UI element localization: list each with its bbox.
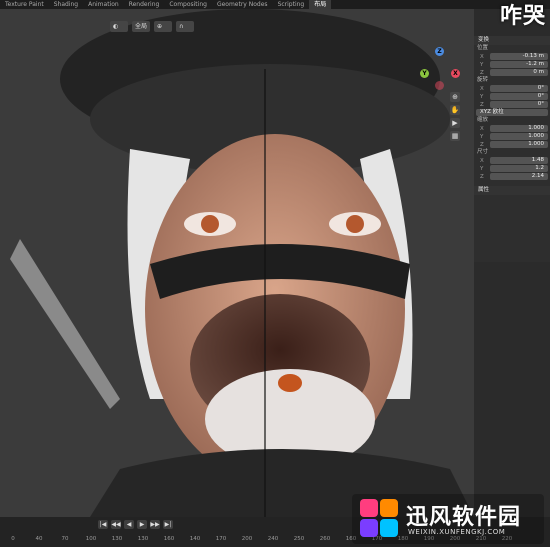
dimension-z-field[interactable]: 2.14 (490, 173, 548, 180)
rotation-mode-dropdown[interactable]: XYZ 欧拉 (476, 109, 548, 116)
workspace-tab[interactable]: Scripting (273, 0, 310, 9)
frame-tick-label: 70 (61, 536, 69, 542)
properties-panel-header[interactable]: 属性 (474, 186, 550, 195)
workspace-tab[interactable]: Animation (83, 0, 124, 9)
snap-dropdown[interactable]: ∩ (176, 20, 195, 32)
workspace-tab[interactable]: Compositing (164, 0, 212, 9)
frame-tick-label: 200 (241, 536, 253, 542)
frame-tick-label: 0 (11, 536, 15, 542)
transform-panel-header[interactable]: 变换 (474, 36, 550, 45)
frame-tick-label: 250 (293, 536, 305, 542)
workspace-tab[interactable]: Rendering (124, 0, 165, 9)
dimensions-label: 尺寸 (477, 149, 489, 155)
scale-x-field[interactable]: 1.000 (490, 125, 548, 132)
navigation-gizmo[interactable]: Z X Y (418, 47, 462, 93)
location-x-field[interactable]: -0.13 m (490, 53, 548, 60)
play-reverse-icon[interactable]: ◀ (124, 520, 134, 529)
location-z-field[interactable]: 0 m (490, 69, 548, 76)
frame-tick-label: 130 (137, 536, 149, 542)
dimension-x-field[interactable]: 1.48 (490, 157, 548, 164)
axis-neg-handle[interactable] (435, 81, 444, 90)
frame-tick-label: 260 (319, 536, 331, 542)
scale-label: 缩放 (477, 117, 489, 123)
logo-name: 迅风软件园 (406, 505, 522, 530)
workspace-tabs: Texture Paint Shading Animation Rendering Co… (0, 0, 550, 9)
frame-tick-label: 100 (85, 536, 97, 542)
axis-label: Y (480, 61, 484, 68)
rotation-z-field[interactable]: 0° (490, 101, 548, 108)
camera-view-icon[interactable]: ▶ (450, 118, 460, 128)
next-keyframe-icon[interactable]: ▶▶ (150, 520, 160, 529)
workspace-tab[interactable]: Texture Paint (0, 0, 49, 9)
workspace-tab[interactable]: 布局 (309, 0, 332, 9)
location-label: 位置 (477, 45, 489, 51)
play-icon[interactable]: ▶ (137, 520, 147, 529)
transform-orientation-dropdown[interactable]: 全局 (132, 20, 151, 32)
axis-label: X (480, 157, 484, 164)
pivot-dropdown[interactable]: ⊕ (154, 20, 173, 32)
frame-tick-label: 240 (267, 536, 279, 542)
axis-label: Y (480, 165, 484, 172)
rotation-y-field[interactable]: 0° (490, 93, 548, 100)
axis-label: Z (480, 141, 484, 148)
rotation-label: 旋转 (477, 77, 489, 83)
perspective-grid-icon[interactable]: ▦ (450, 131, 460, 141)
scale-z-field[interactable]: 1.000 (490, 141, 548, 148)
axis-label: Z (480, 173, 484, 180)
logo-url: WEIXIN.XUNFENGKJ.COM (408, 528, 506, 536)
prev-keyframe-icon[interactable]: ◀◀ (111, 520, 121, 529)
jump-end-icon[interactable]: ▶| (163, 520, 173, 529)
viewport-render (0, 9, 474, 517)
viewport-header: ◐ 全局 ⊕ ∩ (0, 19, 195, 33)
location-y-field[interactable]: -1.2 m (490, 61, 548, 68)
logo-mark-icon (360, 499, 398, 537)
axis-label: Y (480, 133, 484, 140)
n-panel: 变换 位置 X -0.13 m Y -1.2 m Z 0 m 旋转 X 0° Y 0° Z… (474, 36, 550, 262)
frame-tick-label: 170 (215, 536, 227, 542)
playback-controls: |◀ ◀◀ ◀ ▶ ▶▶ ▶| (98, 520, 173, 529)
3d-viewport[interactable]: ◐ 全局 ⊕ ∩ Z X Y ⊕ ✋ ▶ ▦ (0, 9, 474, 517)
dimension-y-field[interactable]: 1.2 (490, 165, 548, 172)
axis-x-handle[interactable]: X (451, 69, 460, 78)
pan-hand-icon[interactable]: ✋ (450, 105, 460, 115)
top-watermark: 咋哭 (499, 4, 546, 29)
site-logo: 迅风软件园 WEIXIN.XUNFENGKJ.COM (352, 494, 544, 544)
frame-tick-label: 130 (111, 536, 123, 542)
workspace-tab[interactable]: Geometry Nodes (212, 0, 273, 9)
shading-toggle[interactable]: ◐ (110, 20, 128, 32)
axis-label: X (480, 125, 484, 132)
axis-label: X (480, 53, 484, 60)
workspace-tab[interactable]: Shading (49, 0, 83, 9)
zoom-icon[interactable]: ⊕ (450, 92, 460, 102)
axis-y-handle[interactable]: Y (420, 69, 429, 78)
axis-label: X (480, 85, 484, 92)
axis-z-handle[interactable]: Z (435, 47, 444, 56)
frame-tick-label: 160 (163, 536, 175, 542)
frame-tick-label: 140 (189, 536, 201, 542)
rotation-x-field[interactable]: 0° (490, 85, 548, 92)
axis-label: Z (480, 101, 484, 108)
frame-tick-label: 40 (35, 536, 43, 542)
axis-label: Z (480, 69, 484, 76)
jump-start-icon[interactable]: |◀ (98, 520, 108, 529)
axis-label: Y (480, 93, 484, 100)
scale-y-field[interactable]: 1.000 (490, 133, 548, 140)
